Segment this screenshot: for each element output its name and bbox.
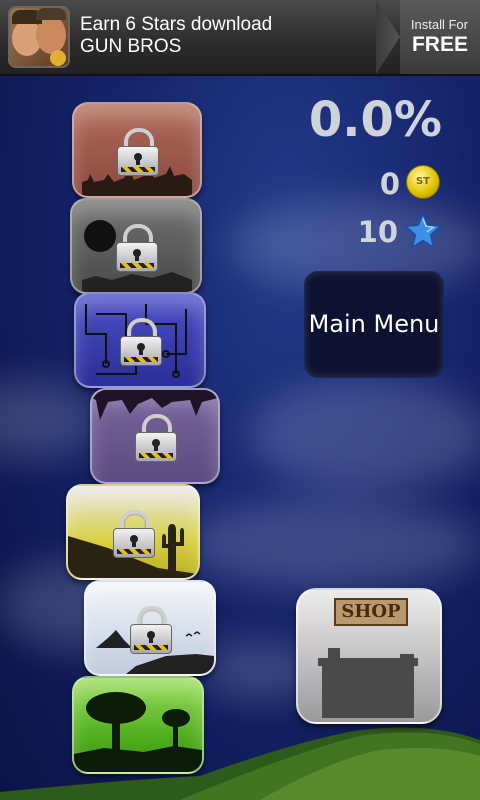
ad-text: Earn 6 Stars download GUN BROS [80, 14, 272, 58]
install-button[interactable]: Install For FREE [400, 0, 480, 74]
level-3-tile[interactable] [74, 292, 206, 388]
coin-count: 0 [379, 167, 400, 201]
ad-app-name: GUN BROS [80, 36, 182, 57]
level-5-tile[interactable] [66, 484, 200, 580]
level-4-tile[interactable] [90, 388, 220, 484]
shop-building-icon [318, 648, 418, 718]
shop-sign: SHOP [334, 598, 408, 626]
ad-banner[interactable]: Earn 6 Stars download GUN BROS Install F… [0, 0, 480, 76]
lock-icon [130, 606, 172, 654]
main-menu-button[interactable]: Main Menu [304, 271, 444, 378]
install-price: FREE [411, 33, 468, 56]
lock-icon [113, 510, 155, 558]
install-label: Install For [410, 17, 468, 32]
coin-counter: 0 ST [340, 165, 442, 201]
level-6-tile[interactable] [84, 580, 216, 676]
star-count: 10 [357, 215, 398, 249]
lock-icon [135, 414, 177, 462]
gun-bros-app-icon [8, 6, 70, 68]
level-2-tile[interactable] [70, 198, 202, 294]
ad-headline: Earn 6 Stars download [80, 14, 273, 35]
shop-button[interactable]: SHOP [296, 588, 442, 724]
level-1-tile[interactable] [72, 102, 202, 198]
ad-arrow-divider [376, 0, 400, 74]
lock-icon [117, 128, 159, 176]
lock-icon [116, 224, 158, 272]
star-counter: 10 [340, 213, 442, 253]
coin-icon: ST [406, 165, 440, 199]
completion-percent: 0.0% [308, 92, 442, 148]
lock-icon [120, 318, 162, 366]
star-icon [405, 213, 441, 248]
